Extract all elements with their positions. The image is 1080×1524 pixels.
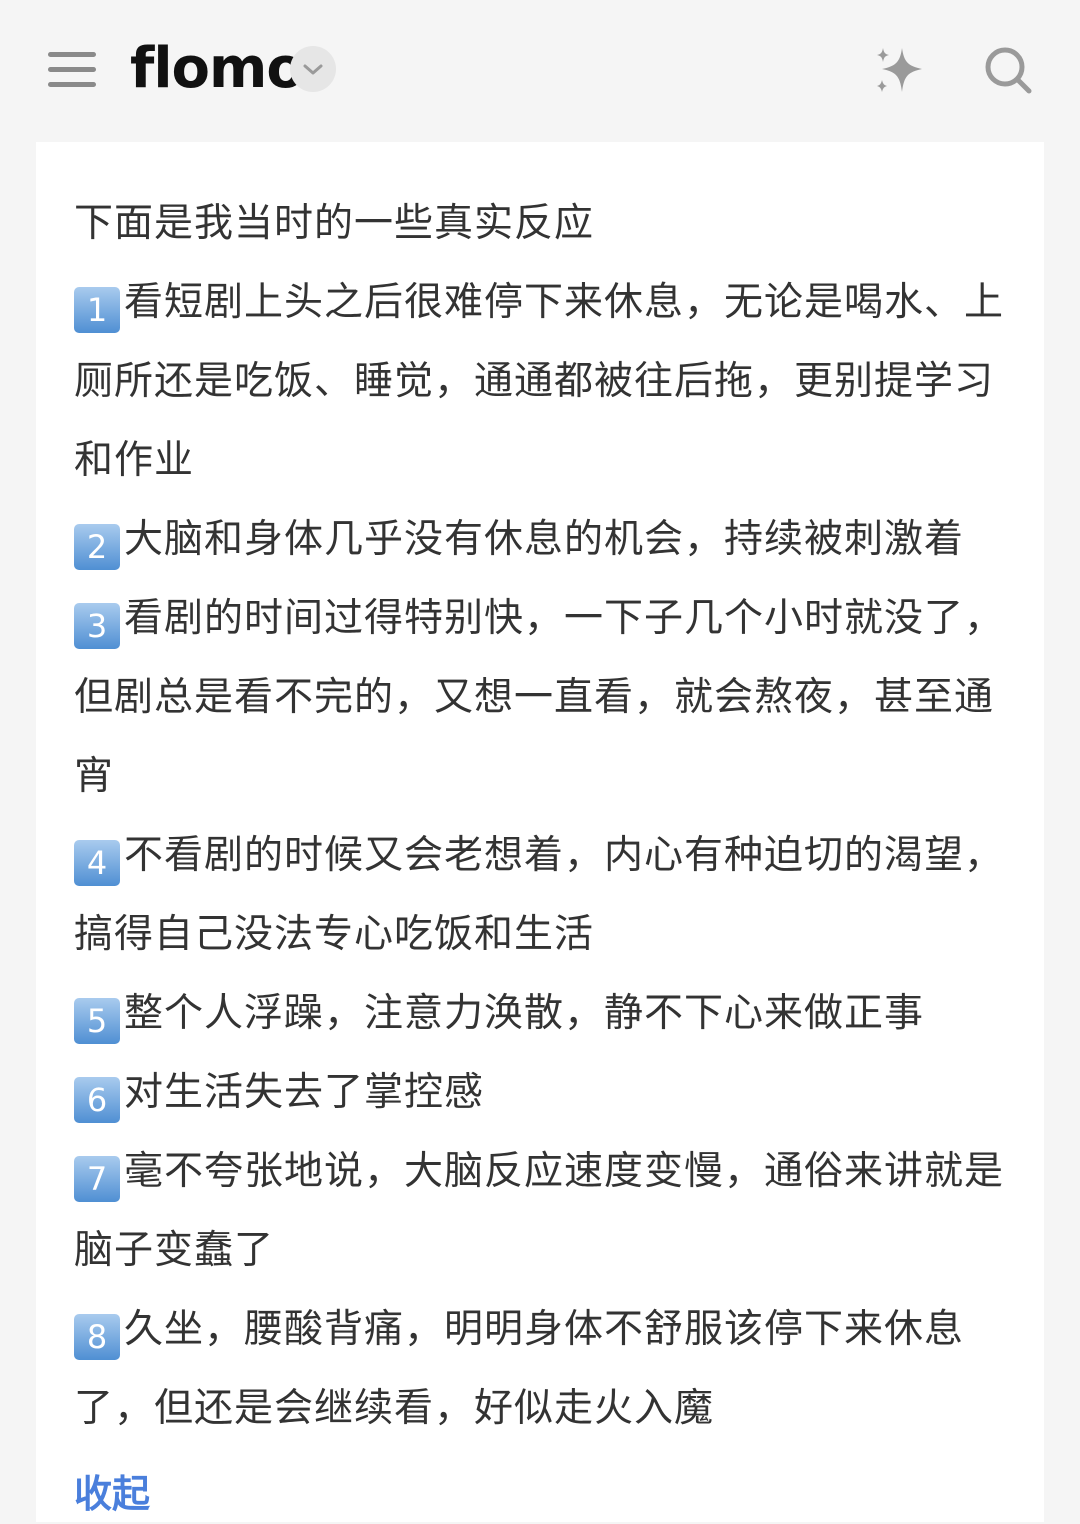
list-item: 7 毫不夸张地说，大脑反应速度变慢，通俗来讲就是脑子变蠢了 [74, 1132, 1019, 1290]
list-item-text: 大脑和身体几乎没有休息的机会，持续被刺激着 [124, 517, 965, 562]
list-item-text: 看短剧上头之后很难停下来休息，无论是喝水、上厕所还是吃饭、睡觉，通通都被往后拖，… [74, 280, 1005, 483]
top-bar: flomo [0, 0, 1080, 140]
list-item-text: 毫不夸张地说，大脑反应速度变慢，通俗来讲就是脑子变蠢了 [74, 1149, 1005, 1273]
list-item: 5 整个人浮躁，注意力涣散，静不下心来做正事 [74, 974, 1019, 1053]
list-item-text: 对生活失去了掌控感 [124, 1070, 485, 1115]
list-item: 6 对生活失去了掌控感 [74, 1053, 1019, 1132]
chevron-down-icon[interactable] [290, 46, 336, 92]
list-item: 8 久坐，腰酸背痛，明明身体不舒服该停下来休息了，但还是会继续看，好似走火入魔 [74, 1290, 1019, 1448]
memo-intro: 下面是我当时的一些真实反应 [74, 201, 595, 246]
collapse-link[interactable]: 收起 [74, 1464, 150, 1524]
list-item-text: 不看剧的时候又会老想着，内心有种迫切的渴望，搞得自己没法专心吃饭和生活 [74, 833, 1005, 957]
number-1-badge: 1 [74, 287, 120, 333]
list-item-text: 看剧的时间过得特别快，一下子几个小时就没了，但剧总是看不完的，又想一直看，就会熬… [74, 596, 1005, 799]
menu-icon[interactable] [48, 50, 96, 90]
number-6-badge: 6 [74, 1077, 120, 1123]
search-icon[interactable] [982, 44, 1034, 96]
number-4-badge: 4 [74, 840, 120, 886]
number-8-badge: 8 [74, 1314, 120, 1360]
app-title: flomo [130, 36, 305, 101]
list-item: 1 看短剧上头之后很难停下来休息，无论是喝水、上厕所还是吃饭、睡觉，通通都被往后拖… [74, 263, 1019, 500]
list-item-text: 整个人浮躁，注意力涣散，静不下心来做正事 [124, 991, 925, 1036]
sparkle-icon[interactable] [870, 42, 930, 98]
list-item: 4 不看剧的时候又会老想着，内心有种迫切的渴望，搞得自己没法专心吃饭和生活 [74, 816, 1019, 974]
memo-card[interactable]: 下面是我当时的一些真实反应 1 看短剧上头之后很难停下来休息，无论是喝水、上厕所还… [36, 142, 1044, 1522]
memo-content: 下面是我当时的一些真实反应 1 看短剧上头之后很难停下来休息，无论是喝水、上厕所还… [74, 184, 1019, 1448]
number-7-badge: 7 [74, 1156, 120, 1202]
number-2-badge: 2 [74, 524, 120, 570]
list-item-text: 久坐，腰酸背痛，明明身体不舒服该停下来休息了，但还是会继续看，好似走火入魔 [74, 1307, 965, 1431]
list-item: 3 看剧的时间过得特别快，一下子几个小时就没了，但剧总是看不完的，又想一直看，就会… [74, 579, 1019, 816]
number-5-badge: 5 [74, 998, 120, 1044]
list-item: 2 大脑和身体几乎没有休息的机会，持续被刺激着 [74, 500, 1019, 579]
number-3-badge: 3 [74, 603, 120, 649]
